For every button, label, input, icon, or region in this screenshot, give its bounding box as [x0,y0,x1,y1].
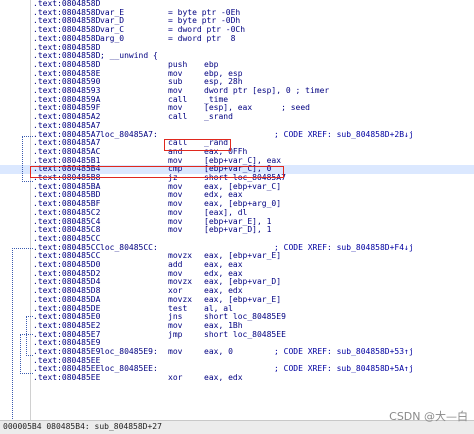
watermark-text: CSDN @大—白 [389,410,468,423]
highlight-box-cmp-line [30,166,284,178]
stack-var-definition: = dword ptr 8 [168,33,236,43]
mnemonic: call [168,112,188,122]
code-label[interactable]: arg_0 [100,34,124,44]
status-address-text: 000005B4 080485B4: sub_804858D+27 [3,422,162,431]
xref-comment[interactable]: ; CODE XREF: sub_804858D+2B↓j [274,130,414,140]
mnemonic: xor [168,373,183,383]
code-label[interactable]: loc_80485EE: [100,365,158,374]
mnemonic: jmp [168,329,183,339]
operands[interactable]: eax, edx [204,373,243,383]
operands[interactable]: short loc_80485EE [204,330,286,340]
code-label[interactable]: loc_80485CC: [100,243,158,253]
listing-line[interactable]: .text:080485EE xor eax, edx [0,373,474,383]
jump-arrow-jmp [20,334,33,374]
xref-comment[interactable]: ; CODE XREF: sub_804858D+53↑j [274,347,414,357]
code-label[interactable]: loc_80485E9: [100,347,158,357]
operands[interactable]: _srand [204,112,233,122]
operands[interactable]: [ebp+var_D], 1 [204,225,271,235]
disassembly-view[interactable]: .text:0804858D .text:0804858D var_E = byte … [0,0,474,420]
xref-comment[interactable]: ; CODE XREF: sub_804858D+5A↑j [274,365,414,374]
operands[interactable]: eax, 0 [204,347,233,357]
xref-comment[interactable]: ; CODE XREF: sub_804858D+F4↓j [274,243,414,253]
mnemonic: mov [168,347,183,356]
address: .text:080485EE [33,373,101,383]
code-label[interactable]: ; __unwind { [100,51,158,61]
highlight-box-call-rand [164,139,231,151]
mnemonic: mov [168,225,183,235]
code-label[interactable]: loc_80485A7: [100,130,158,140]
